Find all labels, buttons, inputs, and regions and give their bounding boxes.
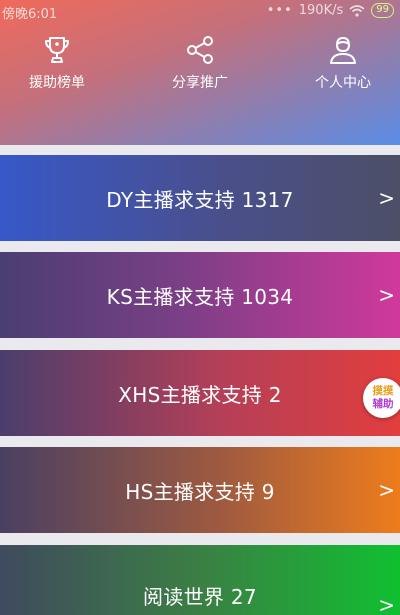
share-icon — [184, 34, 216, 66]
chevron-right-icon: > — [378, 186, 395, 210]
wifi-icon — [349, 4, 365, 17]
status-right: ••• 190K/s 99 — [267, 3, 394, 18]
card-title: KS主播求支持 1034 — [106, 284, 294, 309]
network-speed: 190K/s — [298, 3, 344, 18]
card-xhs-support[interactable]: XHS主播求支持 2 > — [0, 350, 400, 436]
user-icon — [327, 34, 359, 66]
chevron-right-icon: > — [378, 283, 395, 307]
card-hs-support[interactable]: HS主播求支持 9 > — [0, 447, 400, 533]
chevron-right-icon: > — [378, 593, 395, 615]
card-reading-world[interactable]: 阅读世界 27 > — [0, 545, 400, 615]
card-title: DY主播求支持 1317 — [106, 187, 294, 212]
status-time: 傍晚6:01 — [2, 7, 58, 22]
battery-indicator: 99 — [371, 3, 394, 18]
nav-item-rank[interactable]: 援助榜单 — [2, 30, 112, 92]
card-title: XHS主播求支持 2 — [118, 382, 282, 407]
trophy-icon — [41, 34, 73, 66]
floating-label-line2: 辅助 — [372, 398, 394, 410]
nav-item-label: 个人中心 — [315, 75, 371, 91]
header-banner: 傍晚6:01 ••• 190K/s 99 援助榜单 分享推广 个人中心 — [0, 0, 400, 145]
status-dots: ••• — [266, 3, 293, 18]
floating-assist-button[interactable]: 摸摸 辅助 — [363, 378, 400, 418]
card-title: 阅读世界 27 — [143, 584, 257, 609]
nav-item-share[interactable]: 分享推广 — [145, 30, 255, 92]
top-nav: 援助榜单 分享推广 个人中心 — [0, 30, 400, 110]
status-bar: 傍晚6:01 ••• 190K/s 99 — [0, 0, 400, 22]
chevron-right-icon: > — [378, 478, 395, 502]
card-ks-support[interactable]: KS主播求支持 1034 > — [0, 252, 400, 338]
card-dy-support[interactable]: DY主播求支持 1317 > — [0, 155, 400, 241]
card-title: HS主播求支持 9 — [125, 479, 275, 504]
nav-item-label: 分享推广 — [172, 75, 228, 91]
floating-label-line1: 摸摸 — [372, 385, 394, 397]
nav-item-user[interactable]: 个人中心 — [288, 30, 398, 92]
nav-item-label: 援助榜单 — [29, 75, 85, 91]
